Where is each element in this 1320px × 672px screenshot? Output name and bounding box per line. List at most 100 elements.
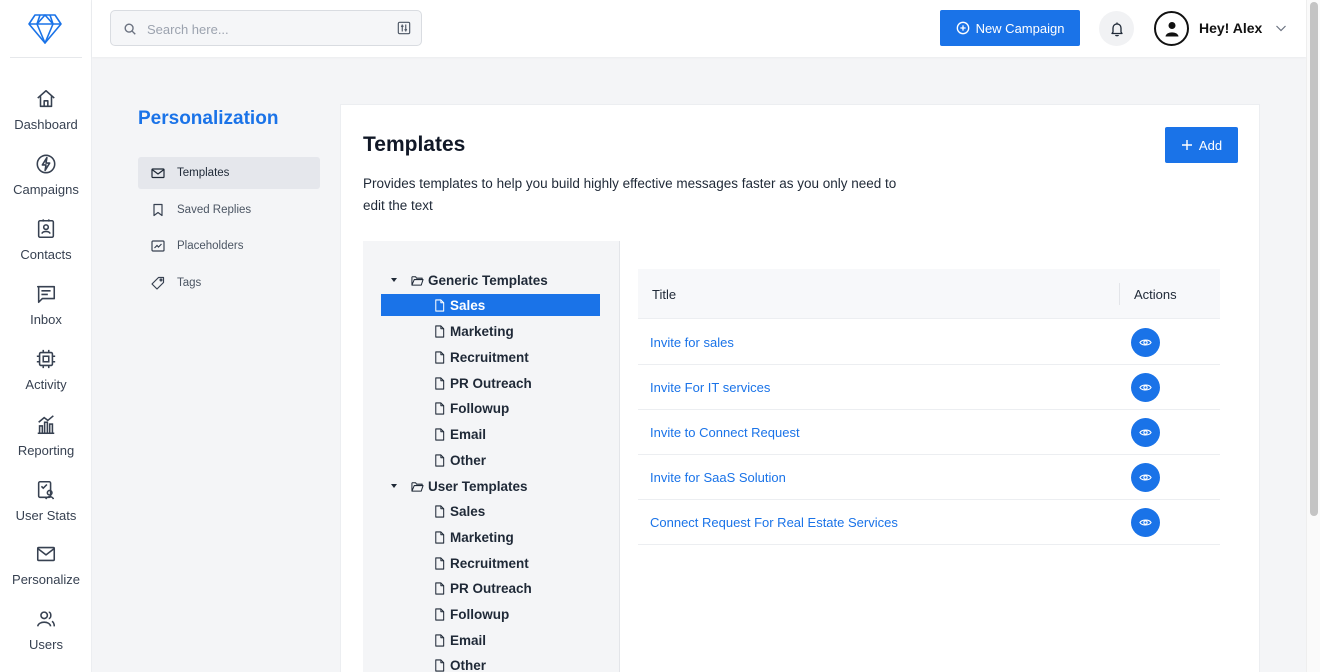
tree-item-user-pr-outreach[interactable]: PR Outreach <box>433 577 532 599</box>
tree-group-user-templates[interactable]: User Templates <box>411 475 528 497</box>
view-button[interactable] <box>1131 463 1160 492</box>
rail-item-contacts[interactable]: Contacts <box>0 218 92 278</box>
tree-item-user-marketing[interactable]: Marketing <box>433 526 514 548</box>
rail-item-dashboard[interactable]: Dashboard <box>0 88 92 148</box>
caret-down-icon[interactable] <box>390 276 398 284</box>
eye-icon <box>1139 519 1152 526</box>
diamond-logo-icon[interactable] <box>27 12 63 46</box>
tree-item-generic-recruitment[interactable]: Recruitment <box>433 346 529 368</box>
table-row: Invite to Connect Request <box>638 410 1220 455</box>
subnav-item-tags[interactable]: Tags <box>138 267 320 299</box>
template-title-link[interactable]: Invite to Connect Request <box>650 425 800 440</box>
file-icon <box>435 581 445 595</box>
placeholder-icon <box>151 240 165 252</box>
subnav-item-placeholders[interactable]: Placeholders <box>138 230 320 262</box>
new-campaign-button[interactable]: New Campaign <box>940 10 1080 46</box>
rail-item-reporting[interactable]: Reporting <box>0 414 92 474</box>
rail-label: User Stats <box>15 508 77 523</box>
scrollbar-thumb[interactable] <box>1310 2 1318 516</box>
tree-item-generic-marketing[interactable]: Marketing <box>433 320 514 342</box>
notifications-button[interactable] <box>1099 11 1134 46</box>
table-header: Title Actions <box>638 269 1220 319</box>
rail-item-user-stats[interactable]: User Stats <box>0 479 92 539</box>
rail-label: Reporting <box>17 443 75 458</box>
tree-item-label: Sales <box>450 503 486 519</box>
tree-item-label: PR Outreach <box>450 375 532 391</box>
contact-card-icon <box>37 219 55 239</box>
rail-label: Activity <box>25 377 67 392</box>
template-title-link[interactable]: Invite for SaaS Solution <box>650 470 786 485</box>
file-icon <box>435 401 445 415</box>
user-avatar-icon <box>1165 21 1178 36</box>
template-title-link[interactable]: Invite For IT services <box>650 380 770 395</box>
tree-group-generic-templates[interactable]: Generic Templates <box>411 269 548 291</box>
message-icon <box>36 285 56 304</box>
left-rail: Dashboard Campaigns Contacts Inbox Activ… <box>0 0 92 672</box>
page-scrollbar[interactable] <box>1306 0 1320 672</box>
search-box[interactable] <box>110 10 422 46</box>
file-icon <box>435 453 445 467</box>
file-icon <box>435 376 445 390</box>
tree-item-user-recruitment[interactable]: Recruitment <box>433 552 529 574</box>
rail-item-users[interactable]: Users <box>0 608 92 668</box>
plus-circle-icon <box>956 21 969 35</box>
tree-item-generic-pr-outreach[interactable]: PR Outreach <box>433 372 532 394</box>
table-row: Invite for SaaS Solution <box>638 455 1220 500</box>
tree-item-user-email[interactable]: Email <box>433 629 486 651</box>
subnav-label: Tags <box>177 277 202 289</box>
template-title-link[interactable]: Invite for sales <box>650 335 734 350</box>
subnav-item-saved-replies[interactable]: Saved Replies <box>138 194 320 226</box>
tree-item-generic-sales[interactable]: Sales <box>381 294 600 316</box>
add-template-button[interactable]: Add <box>1165 127 1238 163</box>
add-label: Add <box>1198 137 1223 153</box>
subnav-label: Placeholders <box>177 240 244 252</box>
avatar[interactable] <box>1154 11 1189 46</box>
view-button[interactable] <box>1131 508 1160 537</box>
tree-item-user-sales[interactable]: Sales <box>433 500 485 522</box>
tree-item-user-followup[interactable]: Followup <box>433 603 509 625</box>
subnav-label: Templates <box>177 167 230 179</box>
column-header-title: Title <box>652 287 677 302</box>
column-divider <box>1119 283 1120 305</box>
rail-label: Personalize <box>12 572 80 587</box>
chevron-down-icon[interactable] <box>1275 22 1287 34</box>
lightning-icon <box>36 154 56 174</box>
envelope-icon <box>151 168 165 179</box>
file-icon <box>435 324 445 338</box>
template-title-link[interactable]: Connect Request For Real Estate Services <box>650 515 898 530</box>
view-button[interactable] <box>1131 373 1160 402</box>
eye-icon <box>1139 474 1152 481</box>
new-campaign-label: New Campaign <box>975 20 1065 36</box>
view-button[interactable] <box>1131 328 1160 357</box>
rail-item-personalize[interactable]: Personalize <box>0 543 92 603</box>
tag-icon <box>151 276 165 290</box>
table-row: Invite For IT services <box>638 365 1220 410</box>
view-button[interactable] <box>1131 418 1160 447</box>
search-input[interactable] <box>147 19 387 39</box>
table-row: Connect Request For Real Estate Services <box>638 500 1220 545</box>
chip-icon <box>36 349 56 369</box>
caret-down-icon[interactable] <box>390 482 398 490</box>
envelope-icon <box>36 546 56 562</box>
tree-item-label: Marketing <box>450 323 514 339</box>
filter-icon[interactable] <box>397 21 411 35</box>
tree-item-generic-email[interactable]: Email <box>433 423 486 445</box>
tree-item-label: Other <box>450 452 487 468</box>
rail-item-inbox[interactable]: Inbox <box>0 283 92 343</box>
tree-item-generic-followup[interactable]: Followup <box>433 397 509 419</box>
tree-item-label: Marketing <box>450 529 514 545</box>
file-icon <box>435 298 445 312</box>
tree-item-user-other[interactable]: Other <box>433 654 486 672</box>
rail-item-activity[interactable]: Activity <box>0 348 92 408</box>
tree-item-generic-other[interactable]: Other <box>433 449 486 471</box>
tree-item-label: Email <box>450 632 487 648</box>
rail-label: Campaigns <box>13 182 79 197</box>
chart-icon <box>37 415 55 435</box>
eye-icon <box>1139 384 1152 391</box>
column-header-actions: Actions <box>1134 287 1177 302</box>
rail-item-campaigns[interactable]: Campaigns <box>0 153 92 213</box>
subnav-item-templates[interactable]: Templates <box>138 157 320 189</box>
user-greeting[interactable]: Hey! Alex <box>1199 20 1262 36</box>
templates-card: Templates Provides templates to help you… <box>340 104 1260 672</box>
folder-open-icon <box>411 275 424 286</box>
